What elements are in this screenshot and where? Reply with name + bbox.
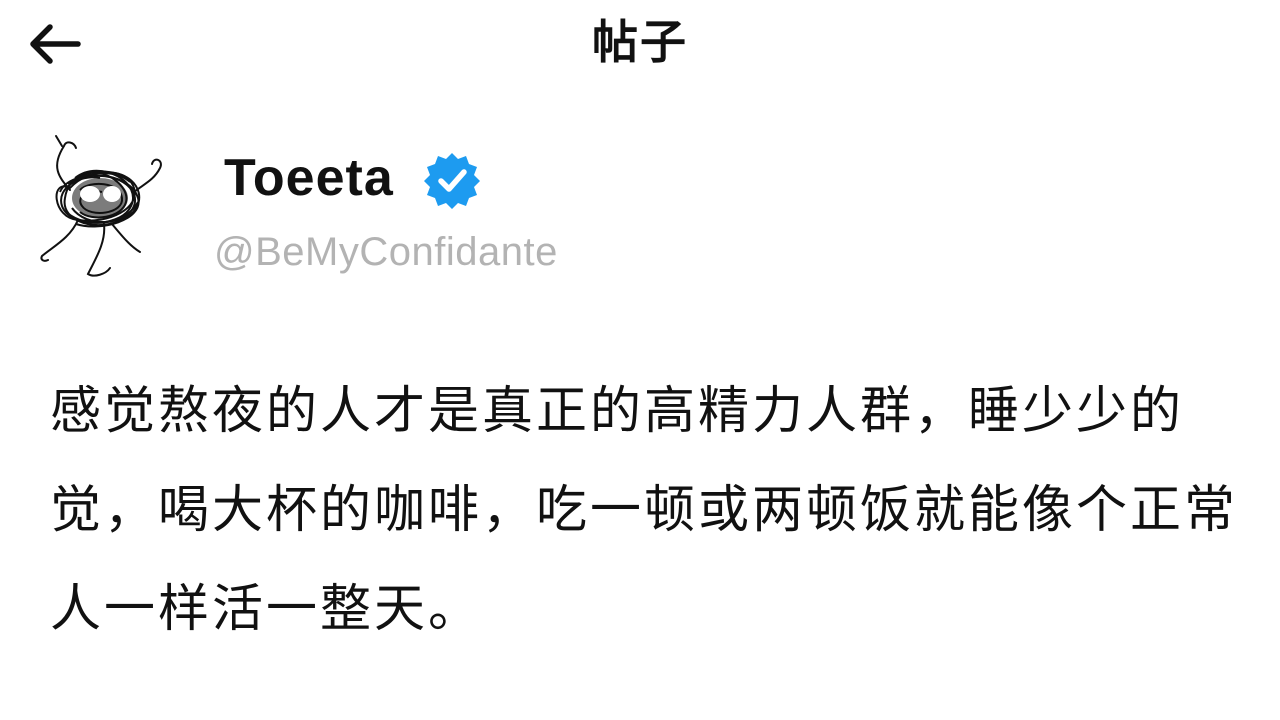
page-title: 帖子 <box>592 15 688 69</box>
author-row[interactable]: Toeeta @BeMyConfidante <box>0 118 1280 298</box>
user-handle[interactable]: @BeMyConfidante <box>214 230 558 275</box>
post-text: 感觉熬夜的人才是真正的高精力人群，睡少少的觉，喝大杯的咖啡，吃一顿或两顿饭就能像… <box>50 382 1239 639</box>
scribble-avatar-icon <box>40 135 162 277</box>
avatar[interactable] <box>30 128 180 288</box>
display-name-row: Toeeta <box>224 146 482 210</box>
verified-badge-icon <box>423 153 480 209</box>
post-detail-screen: 帖子 Toeeta @BeMyConfidante 感觉熬夜的人才是真正的高精力… <box>0 0 1280 720</box>
display-name[interactable]: Toeeta <box>224 148 394 208</box>
top-bar: 帖子 <box>0 0 1280 92</box>
